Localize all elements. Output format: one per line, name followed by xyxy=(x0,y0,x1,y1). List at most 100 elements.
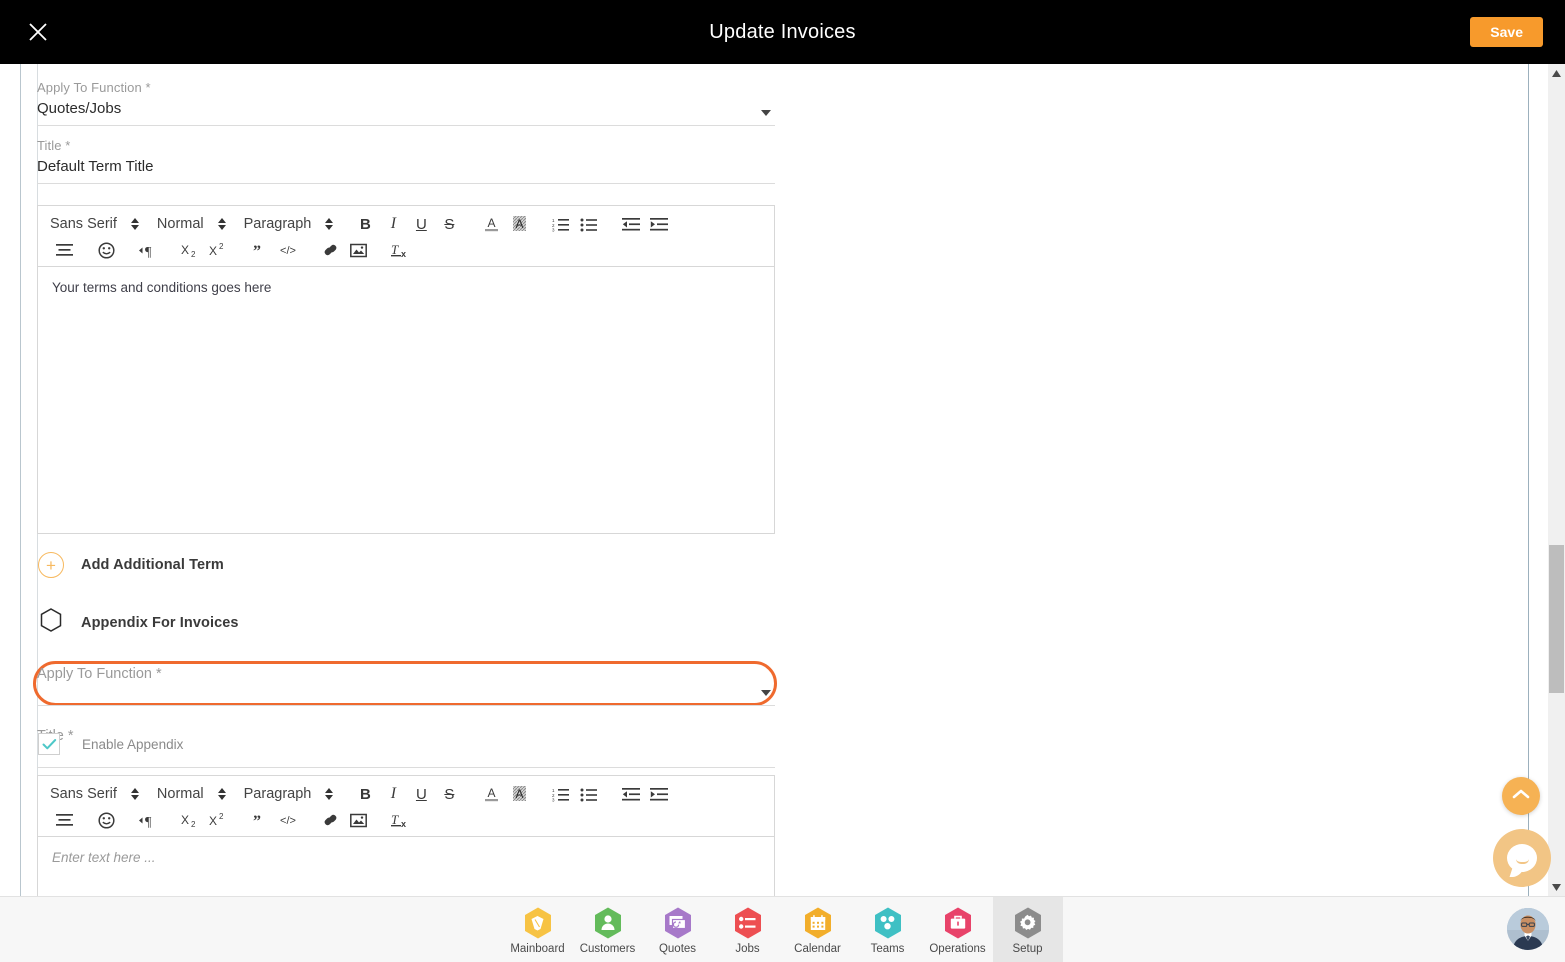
block-type-stepper-icon[interactable] xyxy=(323,216,335,232)
image-icon[interactable] xyxy=(344,809,372,831)
align-icon[interactable] xyxy=(50,239,78,261)
chevron-down-icon xyxy=(761,690,771,696)
underline-icon[interactable]: U xyxy=(407,783,435,805)
terms-rich-text-editor[interactable]: Sans Serif Normal Paragraph B I U S A A … xyxy=(37,205,775,534)
chevron-down-icon xyxy=(761,110,771,116)
nav-item-operations[interactable]: Operations xyxy=(923,897,993,962)
font-family-stepper-icon[interactable] xyxy=(129,786,141,802)
svg-text:2: 2 xyxy=(219,812,224,821)
scroll-down-arrow-icon[interactable] xyxy=(1548,879,1565,896)
image-icon[interactable] xyxy=(344,239,372,261)
text-color-icon[interactable]: A xyxy=(477,783,505,805)
highlight-color-icon[interactable]: A xyxy=(505,783,533,805)
code-block-icon[interactable]: </> xyxy=(274,809,302,831)
link-icon[interactable] xyxy=(316,809,344,831)
quotes-icon xyxy=(661,906,695,940)
emoji-icon[interactable] xyxy=(92,239,120,261)
save-button[interactable]: Save xyxy=(1470,17,1543,47)
nav-item-calendar[interactable]: Calendar xyxy=(783,897,853,962)
superscript-icon[interactable]: X 2 xyxy=(204,809,232,831)
setup-gear-icon xyxy=(1011,906,1045,940)
blockquote-icon[interactable]: ” xyxy=(246,809,274,831)
appendix-for-invoices-section-header[interactable]: Appendix For Invoices xyxy=(37,607,239,638)
enable-appendix-row[interactable]: Enable Appendix xyxy=(37,733,183,755)
block-type-stepper-icon[interactable] xyxy=(323,786,335,802)
apply-to-function-select-appendix[interactable]: Apply To Function * xyxy=(37,664,775,706)
font-family-stepper-icon[interactable] xyxy=(129,216,141,232)
outdent-icon[interactable] xyxy=(617,213,645,235)
text-direction-icon[interactable]: ¶ xyxy=(134,239,162,261)
bullet-list-icon[interactable] xyxy=(575,213,603,235)
svg-text:A: A xyxy=(487,216,495,230)
title-label: Title * xyxy=(37,138,71,153)
appendix-editor-content[interactable]: Enter text here ... xyxy=(38,837,774,879)
hexagon-icon xyxy=(38,607,64,638)
indent-icon[interactable] xyxy=(645,783,673,805)
italic-icon[interactable]: I xyxy=(379,213,407,235)
field-underline xyxy=(37,705,775,706)
blockquote-icon[interactable]: ” xyxy=(246,239,274,261)
apply-to-function-value: Quotes/Jobs xyxy=(37,100,122,117)
strikethrough-icon[interactable]: S xyxy=(435,213,463,235)
outdent-icon[interactable] xyxy=(617,783,645,805)
bold-icon[interactable]: B xyxy=(351,783,379,805)
nav-item-customers[interactable]: Customers xyxy=(573,897,643,962)
indent-icon[interactable] xyxy=(645,213,673,235)
user-avatar[interactable] xyxy=(1507,908,1549,950)
subscript-icon[interactable]: X 2 xyxy=(176,239,204,261)
font-size-stepper-icon[interactable] xyxy=(216,216,228,232)
text-color-icon[interactable]: A xyxy=(477,213,505,235)
terms-editor-content[interactable]: Your terms and conditions goes here xyxy=(38,267,774,309)
nav-item-teams[interactable]: Teams xyxy=(853,897,923,962)
svg-text:2: 2 xyxy=(191,250,196,258)
bold-icon[interactable]: B xyxy=(351,213,379,235)
nav-item-quotes[interactable]: Quotes xyxy=(643,897,713,962)
font-family-select[interactable]: Sans Serif xyxy=(50,216,123,232)
clear-format-icon[interactable]: T x xyxy=(386,809,414,831)
font-size-select[interactable]: Normal xyxy=(157,216,210,232)
ordered-list-icon[interactable]: 1 2 3 xyxy=(547,213,575,235)
strikethrough-icon[interactable]: S xyxy=(435,783,463,805)
svg-text:A: A xyxy=(515,787,523,801)
block-type-select[interactable]: Paragraph xyxy=(244,786,318,802)
subscript-icon[interactable]: X 2 xyxy=(176,809,204,831)
enable-appendix-checkbox[interactable] xyxy=(38,733,60,755)
scroll-to-top-button[interactable] xyxy=(1502,777,1540,815)
highlight-color-icon[interactable]: A xyxy=(505,213,533,235)
svg-text:A: A xyxy=(515,217,523,231)
font-size-select[interactable]: Normal xyxy=(157,786,210,802)
checkmark-icon xyxy=(42,738,57,751)
clear-format-icon[interactable]: T x xyxy=(386,239,414,261)
link-icon[interactable] xyxy=(316,239,344,261)
nav-item-jobs[interactable]: Jobs xyxy=(713,897,783,962)
apply-to-function-select-term[interactable]: Apply To Function * Quotes/Jobs xyxy=(37,80,775,126)
bullet-list-icon[interactable] xyxy=(575,783,603,805)
font-family-select[interactable]: Sans Serif xyxy=(50,786,123,802)
svg-text:T: T xyxy=(391,242,399,257)
text-direction-icon[interactable]: ¶ xyxy=(134,809,162,831)
page-scrollbar[interactable] xyxy=(1548,64,1565,896)
block-type-select[interactable]: Paragraph xyxy=(244,216,318,232)
superscript-icon[interactable]: X 2 xyxy=(204,239,232,261)
scroll-up-arrow-icon[interactable] xyxy=(1548,65,1565,82)
ordered-list-icon[interactable]: 1 2 3 xyxy=(547,783,575,805)
customers-icon xyxy=(591,906,625,940)
bottom-navigation: Mainboard Customers Quotes Jobs Calendar… xyxy=(0,896,1565,962)
scrollbar-thumb[interactable] xyxy=(1549,545,1564,693)
font-size-stepper-icon[interactable] xyxy=(216,786,228,802)
nav-label-jobs: Jobs xyxy=(735,942,760,955)
enable-appendix-label: Enable Appendix xyxy=(82,736,184,752)
nav-item-mainboard[interactable]: Mainboard xyxy=(503,897,573,962)
italic-icon[interactable]: I xyxy=(379,783,407,805)
underline-icon[interactable]: U xyxy=(407,213,435,235)
chat-button[interactable] xyxy=(1493,829,1551,887)
circle-plus-icon: + xyxy=(38,552,64,578)
code-block-icon[interactable]: </> xyxy=(274,239,302,261)
svg-text:T: T xyxy=(391,812,399,827)
nav-label-teams: Teams xyxy=(870,942,905,955)
add-additional-term-button[interactable]: + Add Additional Term xyxy=(37,552,224,578)
title-input-term[interactable]: Title * Default Term Title xyxy=(37,138,775,184)
emoji-icon[interactable] xyxy=(92,809,120,831)
nav-item-setup[interactable]: Setup xyxy=(992,897,1063,962)
align-icon[interactable] xyxy=(50,809,78,831)
